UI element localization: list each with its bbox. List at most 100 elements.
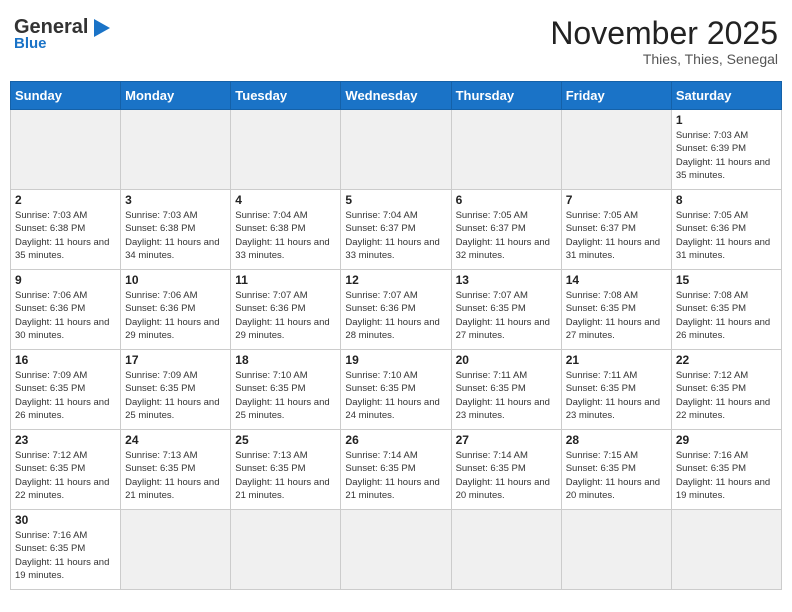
calendar-cell: 6 Sunrise: 7:05 AMSunset: 6:37 PMDaylight… [451,190,561,270]
weekday-header-saturday: Saturday [671,82,781,110]
day-number: 14 [566,273,667,287]
calendar-cell: 17Sunrise: 7:09 AMSunset: 6:35 PMDayligh… [121,350,231,430]
logo-blue-text: Blue [14,35,47,52]
calendar-cell: 8 Sunrise: 7:05 AMSunset: 6:36 PMDaylight… [671,190,781,270]
day-number: 24 [125,433,226,447]
day-number: 11 [235,273,336,287]
day-info: Sunrise: 7:12 AMSunset: 6:35 PMDaylight:… [676,369,777,422]
day-number: 21 [566,353,667,367]
day-number: 26 [345,433,446,447]
calendar-cell: 9 Sunrise: 7:06 AMSunset: 6:36 PMDaylight… [11,270,121,350]
day-number: 28 [566,433,667,447]
calendar-cell: 28 Sunrise: 7:15 AMSunset: 6:35 PMDayligh… [561,430,671,510]
weekday-header-sunday: Sunday [11,82,121,110]
week-row-2: 9 Sunrise: 7:06 AMSunset: 6:36 PMDaylight… [11,270,782,350]
day-info: Sunrise: 7:16 AMSunset: 6:35 PMDaylight:… [15,529,116,582]
week-row-1: 2Sunrise: 7:03 AMSunset: 6:38 PMDaylight… [11,190,782,270]
page-header: General Blue November 2025 Thies, Thies,… [10,10,782,73]
day-info: Sunrise: 7:07 AMSunset: 6:36 PMDaylight:… [235,289,336,342]
calendar-cell: 24 Sunrise: 7:13 AMSunset: 6:35 PMDayligh… [121,430,231,510]
day-info: Sunrise: 7:11 AMSunset: 6:35 PMDaylight:… [456,369,557,422]
title-block: November 2025 Thies, Thies, Senegal [550,16,778,67]
day-number: 3 [125,193,226,207]
day-info: Sunrise: 7:13 AMSunset: 6:35 PMDaylight:… [235,449,336,502]
calendar-cell: 22 Sunrise: 7:12 AMSunset: 6:35 PMDayligh… [671,350,781,430]
day-info: Sunrise: 7:13 AMSunset: 6:35 PMDaylight:… [125,449,226,502]
day-number: 20 [456,353,557,367]
week-row-5: 30 Sunrise: 7:16 AMSunset: 6:35 PMDayligh… [11,510,782,590]
calendar-cell: 2Sunrise: 7:03 AMSunset: 6:38 PMDaylight… [11,190,121,270]
day-info: Sunrise: 7:15 AMSunset: 6:35 PMDaylight:… [566,449,667,502]
day-number: 18 [235,353,336,367]
calendar-cell: 3 Sunrise: 7:03 AMSunset: 6:38 PMDaylight… [121,190,231,270]
day-info: Sunrise: 7:11 AMSunset: 6:35 PMDaylight:… [566,369,667,422]
day-info: Sunrise: 7:03 AMSunset: 6:38 PMDaylight:… [15,209,116,262]
day-number: 17 [125,353,226,367]
calendar-cell: 11 Sunrise: 7:07 AMSunset: 6:36 PMDayligh… [231,270,341,350]
day-number: 27 [456,433,557,447]
day-info: Sunrise: 7:14 AMSunset: 6:35 PMDaylight:… [456,449,557,502]
calendar-cell [561,110,671,190]
calendar-cell: 19Sunrise: 7:10 AMSunset: 6:35 PMDayligh… [341,350,451,430]
day-number: 5 [345,193,446,207]
calendar-cell: 14 Sunrise: 7:08 AMSunset: 6:35 PMDayligh… [561,270,671,350]
weekday-header-row: SundayMondayTuesdayWednesdayThursdayFrid… [11,82,782,110]
weekday-header-thursday: Thursday [451,82,561,110]
calendar-cell: 20 Sunrise: 7:11 AMSunset: 6:35 PMDayligh… [451,350,561,430]
week-row-4: 23 Sunrise: 7:12 AMSunset: 6:35 PMDayligh… [11,430,782,510]
calendar-cell: 26 Sunrise: 7:14 AMSunset: 6:35 PMDayligh… [341,430,451,510]
calendar-cell [451,110,561,190]
calendar-cell: 27 Sunrise: 7:14 AMSunset: 6:35 PMDayligh… [451,430,561,510]
day-number: 12 [345,273,446,287]
month-year-title: November 2025 [550,16,778,51]
day-info: Sunrise: 7:06 AMSunset: 6:36 PMDaylight:… [15,289,116,342]
day-number: 29 [676,433,777,447]
weekday-header-monday: Monday [121,82,231,110]
week-row-3: 16 Sunrise: 7:09 AMSunset: 6:35 PMDayligh… [11,350,782,430]
day-info: Sunrise: 7:05 AMSunset: 6:36 PMDaylight:… [676,209,777,262]
calendar-cell: 1Sunrise: 7:03 AMSunset: 6:39 PMDaylight… [671,110,781,190]
day-number: 13 [456,273,557,287]
calendar-cell: 12 Sunrise: 7:07 AMSunset: 6:36 PMDayligh… [341,270,451,350]
day-info: Sunrise: 7:05 AMSunset: 6:37 PMDaylight:… [456,209,557,262]
calendar-cell: 5 Sunrise: 7:04 AMSunset: 6:37 PMDaylight… [341,190,451,270]
day-info: Sunrise: 7:06 AMSunset: 6:36 PMDaylight:… [125,289,226,342]
day-number: 6 [456,193,557,207]
calendar-cell: 15Sunrise: 7:08 AMSunset: 6:35 PMDayligh… [671,270,781,350]
day-number: 22 [676,353,777,367]
calendar-cell [341,510,451,590]
day-info: Sunrise: 7:08 AMSunset: 6:35 PMDaylight:… [566,289,667,342]
day-info: Sunrise: 7:05 AMSunset: 6:37 PMDaylight:… [566,209,667,262]
day-number: 25 [235,433,336,447]
day-info: Sunrise: 7:14 AMSunset: 6:35 PMDaylight:… [345,449,446,502]
day-info: Sunrise: 7:09 AMSunset: 6:35 PMDaylight:… [15,369,116,422]
day-info: Sunrise: 7:16 AMSunset: 6:35 PMDaylight:… [676,449,777,502]
day-info: Sunrise: 7:03 AMSunset: 6:38 PMDaylight:… [125,209,226,262]
day-number: 30 [15,513,116,527]
day-number: 7 [566,193,667,207]
calendar-cell: 23 Sunrise: 7:12 AMSunset: 6:35 PMDayligh… [11,430,121,510]
day-number: 23 [15,433,116,447]
calendar-cell: 18Sunrise: 7:10 AMSunset: 6:35 PMDayligh… [231,350,341,430]
day-info: Sunrise: 7:04 AMSunset: 6:37 PMDaylight:… [345,209,446,262]
day-number: 10 [125,273,226,287]
calendar-table: SundayMondayTuesdayWednesdayThursdayFrid… [10,81,782,590]
calendar-cell: 25 Sunrise: 7:13 AMSunset: 6:35 PMDayligh… [231,430,341,510]
day-number: 4 [235,193,336,207]
calendar-cell: 16 Sunrise: 7:09 AMSunset: 6:35 PMDayligh… [11,350,121,430]
calendar-cell [121,510,231,590]
day-number: 19 [345,353,446,367]
calendar-cell: 7 Sunrise: 7:05 AMSunset: 6:37 PMDaylight… [561,190,671,270]
day-number: 8 [676,193,777,207]
calendar-cell: 30 Sunrise: 7:16 AMSunset: 6:35 PMDayligh… [11,510,121,590]
logo-triangle-icon [90,17,112,39]
day-number: 9 [15,273,116,287]
calendar-cell [451,510,561,590]
weekday-header-tuesday: Tuesday [231,82,341,110]
day-number: 16 [15,353,116,367]
logo: General Blue [14,16,112,52]
day-info: Sunrise: 7:12 AMSunset: 6:35 PMDaylight:… [15,449,116,502]
day-info: Sunrise: 7:07 AMSunset: 6:36 PMDaylight:… [345,289,446,342]
calendar-cell [231,110,341,190]
calendar-cell: 29 Sunrise: 7:16 AMSunset: 6:35 PMDayligh… [671,430,781,510]
